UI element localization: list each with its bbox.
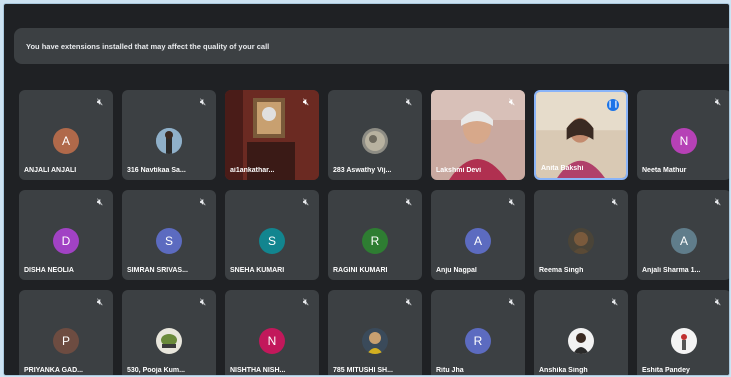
participant-tile[interactable]: 🔇︎ 283 Aswathy Vij... bbox=[328, 90, 422, 180]
mic-off-icon: 🔇︎ bbox=[405, 297, 413, 308]
mic-off-icon: 🔇︎ bbox=[405, 197, 413, 208]
participant-tile[interactable]: 🔇︎ P PRIYANKA GAD... bbox=[19, 290, 113, 375]
mic-off-icon: 🔇︎ bbox=[405, 97, 413, 108]
participant-name: Lakshmi Devi bbox=[436, 167, 482, 174]
participant-name: PRIYANKA GAD... bbox=[24, 367, 83, 374]
participant-tile[interactable]: 🔇︎ A Anjali Sharma 1... bbox=[637, 190, 729, 280]
participant-video-tile[interactable]: 🔇︎ Lakshmi Devi bbox=[431, 90, 525, 180]
participant-name: SIMRAN SRIVAS... bbox=[127, 267, 188, 274]
participant-video-tile[interactable]: 🔇︎ ai1ankathar... bbox=[225, 90, 319, 180]
mic-off-icon: 🔇︎ bbox=[508, 297, 516, 308]
mic-off-icon: 🔇︎ bbox=[302, 97, 310, 108]
mic-off-icon: 🔇︎ bbox=[714, 197, 722, 208]
participant-tile[interactable]: 🔇︎ N NISHTHA NISH... bbox=[225, 290, 319, 375]
participant-tile[interactable]: 🔇︎ Anshika Singh bbox=[534, 290, 628, 375]
avatar bbox=[671, 328, 697, 354]
avatar: S bbox=[156, 228, 182, 254]
mic-off-icon: 🔇︎ bbox=[714, 297, 722, 308]
participant-tile[interactable]: 🔇︎ 785 MITUSHI SH... bbox=[328, 290, 422, 375]
avatar: A bbox=[671, 228, 697, 254]
avatar: N bbox=[671, 128, 697, 154]
banner-text: You have extensions installed that may a… bbox=[26, 41, 270, 51]
avatar bbox=[568, 228, 594, 254]
mic-off-icon: 🔇︎ bbox=[302, 297, 310, 308]
mic-off-icon: 🔇︎ bbox=[611, 297, 619, 308]
participant-name: Eshita Pandey bbox=[642, 367, 690, 374]
participant-name: 785 MITUSHI SH... bbox=[333, 367, 393, 374]
participant-tile[interactable]: 🔇︎ N Neeta Mathur bbox=[637, 90, 729, 180]
participant-tile[interactable]: 🔇︎ Reema Singh bbox=[534, 190, 628, 280]
mic-off-icon: 🔇︎ bbox=[508, 197, 516, 208]
mic-off-icon: 🔇︎ bbox=[96, 197, 104, 208]
participant-tile[interactable]: 🔇︎ A ANJALI ANJALI bbox=[19, 90, 113, 180]
avatar: D bbox=[53, 228, 79, 254]
participant-tile[interactable]: 🔇︎ R Ritu Jha bbox=[431, 290, 525, 375]
participant-tile[interactable]: 🔇︎ D DISHA NEOLIA bbox=[19, 190, 113, 280]
mic-off-icon: 🔇︎ bbox=[199, 297, 207, 308]
avatar bbox=[156, 128, 182, 154]
avatar bbox=[568, 328, 594, 354]
participant-tile[interactable]: 🔇︎ S SIMRAN SRIVAS... bbox=[122, 190, 216, 280]
mic-off-icon: 🔇︎ bbox=[714, 97, 722, 108]
participant-video-tile-speaking[interactable]: ❙❙ Anita Bakshi bbox=[534, 90, 628, 180]
avatar: R bbox=[465, 328, 491, 354]
speaking-indicator-icon: ❙❙ bbox=[607, 99, 619, 111]
avatar bbox=[362, 328, 388, 354]
avatar: P bbox=[53, 328, 79, 354]
avatar: S bbox=[259, 228, 285, 254]
participant-name: DISHA NEOLIA bbox=[24, 267, 74, 274]
participant-name: Anita Bakshi bbox=[541, 165, 584, 172]
participant-name: Anjali Sharma 1... bbox=[642, 267, 701, 274]
participant-name: SNEHA KUMARI bbox=[230, 267, 285, 274]
participant-tile[interactable]: 🔇︎ A Anju Nagpal bbox=[431, 190, 525, 280]
participant-tile[interactable]: 🔇︎ R RAGINI KUMARI bbox=[328, 190, 422, 280]
participant-name: NISHTHA NISH... bbox=[230, 367, 286, 374]
participant-name: 530, Pooja Kum... bbox=[127, 367, 185, 374]
mic-off-icon: 🔇︎ bbox=[96, 97, 104, 108]
participant-tile[interactable]: 🔇︎ 316 Navtikaa Sa... bbox=[122, 90, 216, 180]
mic-off-icon: 🔇︎ bbox=[302, 197, 310, 208]
participant-name: Anshika Singh bbox=[539, 367, 588, 374]
mic-off-icon: 🔇︎ bbox=[199, 97, 207, 108]
avatar: R bbox=[362, 228, 388, 254]
mic-off-icon: 🔇︎ bbox=[96, 297, 104, 308]
participant-name: Reema Singh bbox=[539, 267, 584, 274]
avatar bbox=[156, 328, 182, 354]
avatar: A bbox=[53, 128, 79, 154]
mic-off-icon: 🔇︎ bbox=[508, 97, 516, 108]
participant-name: ai1ankathar... bbox=[230, 167, 275, 174]
avatar: A bbox=[465, 228, 491, 254]
participant-name: Neeta Mathur bbox=[642, 167, 687, 174]
avatar: N bbox=[259, 328, 285, 354]
mic-off-icon: 🔇︎ bbox=[199, 197, 207, 208]
avatar bbox=[362, 128, 388, 154]
participant-tile[interactable]: 🔇︎ S SNEHA KUMARI bbox=[225, 190, 319, 280]
mic-off-icon: 🔇︎ bbox=[611, 197, 619, 208]
participant-name: 283 Aswathy Vij... bbox=[333, 167, 392, 174]
participant-name: RAGINI KUMARI bbox=[333, 267, 388, 274]
participant-tile[interactable]: 🔇︎ Eshita Pandey bbox=[637, 290, 729, 375]
participant-tile[interactable]: 🔇︎ 530, Pooja Kum... bbox=[122, 290, 216, 375]
participant-name: ANJALI ANJALI bbox=[24, 167, 77, 174]
participant-name: Anju Nagpal bbox=[436, 267, 477, 274]
extensions-warning-banner: You have extensions installed that may a… bbox=[14, 28, 729, 64]
participant-name: 316 Navtikaa Sa... bbox=[127, 167, 186, 174]
participant-name: Ritu Jha bbox=[436, 367, 464, 374]
meet-window: You have extensions installed that may a… bbox=[3, 3, 730, 376]
